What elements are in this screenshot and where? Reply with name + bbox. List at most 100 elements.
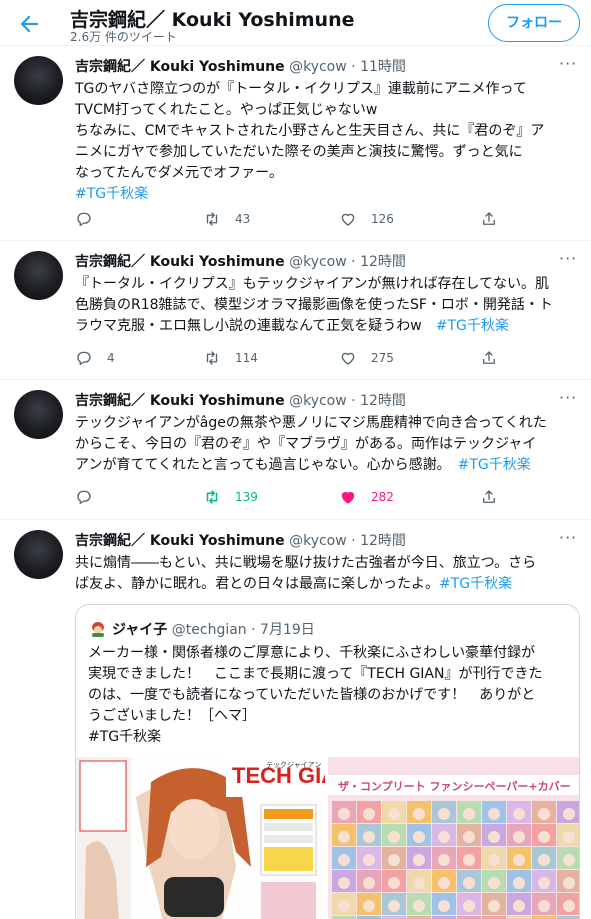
avatar[interactable] [14, 530, 63, 579]
retweet-button[interactable]: 114 [203, 347, 258, 369]
character-face [338, 808, 350, 820]
heart-icon [341, 352, 355, 365]
action-bar: 4 114 275 [75, 347, 515, 369]
hashtag-link[interactable]: #TG千秋楽 [436, 318, 509, 334]
avatar[interactable] [14, 390, 63, 439]
character-face [338, 900, 350, 912]
quoted-tweet[interactable]: ジャイ子 @techgian · 7月19日 メーカー様・関係者様のご厚意により… [75, 604, 580, 919]
character-face [388, 831, 400, 843]
author-handle: @kycow [289, 393, 347, 409]
character-face [438, 808, 450, 820]
character-face [438, 877, 450, 889]
back-arrow-icon[interactable] [14, 9, 44, 39]
quoted-date: 7月19日 [260, 622, 315, 638]
share-button[interactable] [480, 208, 498, 230]
character-face [438, 900, 450, 912]
heart-icon [341, 213, 355, 226]
timestamp[interactable]: 11時間 [360, 59, 406, 75]
character-face [488, 900, 500, 912]
character-face [563, 900, 575, 912]
character-face [563, 808, 575, 820]
more-options-icon[interactable]: ··· [559, 54, 577, 73]
character-face [413, 900, 425, 912]
quoted-avatar[interactable] [88, 619, 108, 639]
more-options-icon[interactable]: ··· [559, 249, 577, 268]
quoted-header: ジャイ子 @techgian · 7月19日 [112, 619, 315, 639]
separator: · [351, 254, 356, 270]
like-button[interactable]: 282 [339, 486, 394, 508]
timestamp[interactable]: 12時間 [360, 254, 406, 270]
tweet[interactable]: 吉宗鋼紀／ Kouki Yoshimune @kycow · 11時間 ··· … [0, 46, 591, 241]
author-name[interactable]: 吉宗鋼紀／ Kouki Yoshimune [75, 254, 285, 270]
reply-button[interactable] [75, 486, 107, 508]
share-button[interactable] [480, 486, 498, 508]
like-count: 282 [371, 490, 394, 504]
character-face [338, 877, 350, 889]
character-face [363, 831, 375, 843]
character-face [513, 808, 525, 820]
tweet-count: 2.6万 件のツイート [70, 30, 177, 44]
character-face [463, 900, 475, 912]
character-face [488, 808, 500, 820]
character-face [563, 854, 575, 866]
tweet-header: 吉宗鋼紀／ Kouki Yoshimune @kycow · 12時間 [75, 530, 406, 550]
magazine-cover-image[interactable]: TECH GIAN テックジャイアン [76, 757, 326, 919]
character-face [538, 831, 550, 843]
separator: · [251, 622, 256, 638]
character-face [538, 808, 550, 820]
author-name[interactable]: 吉宗鋼紀／ Kouki Yoshimune [75, 59, 285, 75]
more-options-icon[interactable]: ··· [559, 528, 577, 547]
separator: · [351, 533, 356, 549]
separator: · [351, 59, 356, 75]
character-face [363, 900, 375, 912]
character-face [388, 900, 400, 912]
character-face [413, 808, 425, 820]
character-face [413, 854, 425, 866]
character-face [363, 877, 375, 889]
author-name[interactable]: 吉宗鋼紀／ Kouki Yoshimune [75, 393, 285, 409]
retweet-button[interactable]: 139 [203, 486, 258, 508]
retweet-count: 139 [235, 490, 258, 504]
timestamp[interactable]: 12時間 [360, 533, 406, 549]
character-face [363, 854, 375, 866]
character-face [488, 831, 500, 843]
avatar[interactable] [14, 56, 63, 105]
tweet-body: TGのヤバさ際立つのが『トータル・イクリプス』連載前にアニメ作って TVCM打っ… [75, 81, 545, 181]
reply-button[interactable] [75, 208, 107, 230]
share-icon [483, 351, 495, 364]
follow-button[interactable]: フォロー [488, 4, 580, 42]
character-face [538, 854, 550, 866]
author-handle: @kycow [289, 254, 347, 270]
quoted-text: メーカー様・関係者様のご厚意により、千秋楽にふさわしい豪華付録が 実現できました… [88, 645, 543, 745]
tweet[interactable]: 吉宗鋼紀／ Kouki Yoshimune @kycow · 12時間 ··· … [0, 380, 591, 520]
like-button[interactable]: 275 [339, 347, 394, 369]
quoted-handle: @techgian [171, 622, 247, 638]
share-button[interactable] [480, 347, 498, 369]
poster-title: ザ・コンプリート ファンシーペーパー+カバー [338, 779, 571, 793]
like-count: 275 [371, 351, 394, 365]
hashtag-link[interactable]: #TG千秋楽 [458, 457, 531, 473]
tweet-text: テックジャイアンがâgeの無茶や悪ノリにマジ馬鹿精神で向き合ってくれた からこそ… [75, 413, 583, 476]
character-face [363, 808, 375, 820]
character-face [488, 877, 500, 889]
tweet-text: 共に煽情――もとい、共に戦場を駆け抜けた古強者が今日、旅立つ。さら ば友よ、静か… [75, 553, 583, 595]
avatar[interactable] [14, 251, 63, 300]
reply-count: 4 [107, 351, 115, 365]
reply-button[interactable]: 4 [75, 347, 115, 369]
character-face [463, 854, 475, 866]
heart-filled-icon [341, 491, 355, 504]
more-options-icon[interactable]: ··· [559, 388, 577, 407]
author-name[interactable]: 吉宗鋼紀／ Kouki Yoshimune [75, 533, 285, 549]
tweet[interactable]: 吉宗鋼紀／ Kouki Yoshimune @kycow · 12時間 ··· … [0, 241, 591, 380]
timestamp[interactable]: 12時間 [360, 393, 406, 409]
poster-image[interactable]: ザ・コンプリート ファンシーペーパー+カバー [328, 757, 579, 919]
hashtag-link[interactable]: #TG千秋楽 [439, 576, 512, 592]
hashtag-link[interactable]: #TG千秋楽 [75, 186, 148, 202]
tweet-header: 吉宗鋼紀／ Kouki Yoshimune @kycow · 12時間 [75, 390, 406, 410]
tweet-header: 吉宗鋼紀／ Kouki Yoshimune @kycow · 11時間 [75, 56, 406, 76]
retweet-icon [206, 351, 218, 365]
author-handle: @kycow [289, 59, 347, 75]
like-button[interactable]: 126 [339, 208, 394, 230]
like-count: 126 [371, 212, 394, 226]
retweet-button[interactable]: 43 [203, 208, 250, 230]
